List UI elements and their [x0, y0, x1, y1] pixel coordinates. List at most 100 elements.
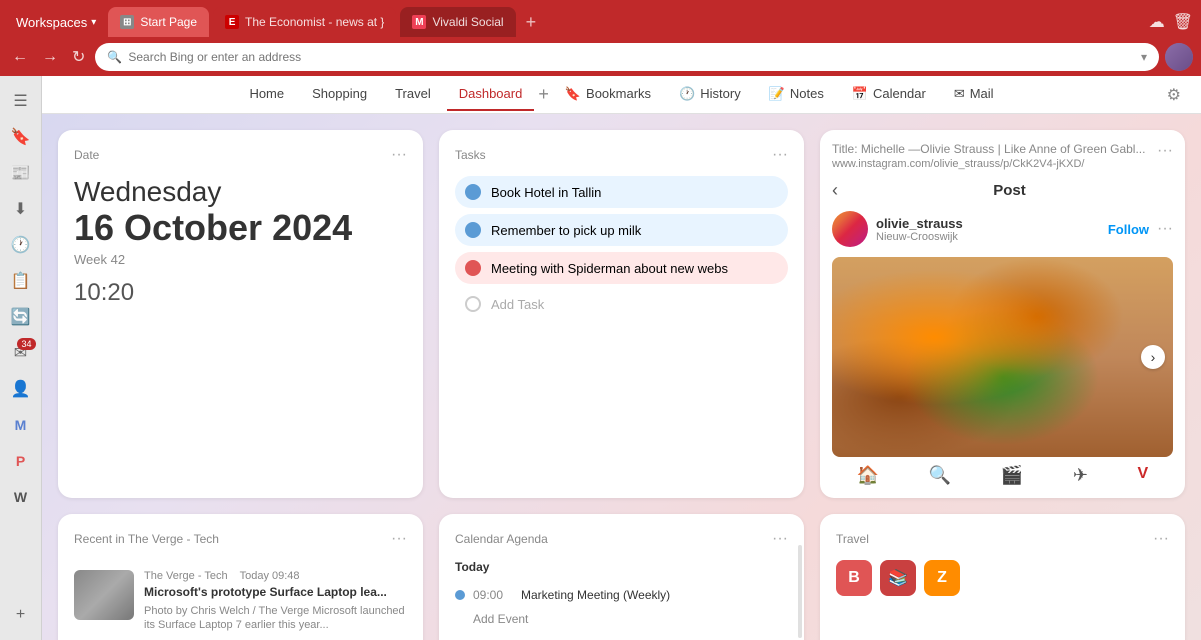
calendar-dot-marketing: [455, 590, 465, 600]
date-card-header: Date ···: [74, 146, 407, 164]
calendar-card-title: Calendar Agenda: [455, 532, 548, 546]
date-card-menu-button[interactable]: ···: [391, 146, 407, 164]
instagram-username: olivie_strauss: [876, 216, 963, 231]
sidebar-icon-mastodon[interactable]: M: [4, 408, 38, 442]
calendar-card-header: Calendar Agenda ···: [455, 530, 788, 548]
tasks-card-menu-button[interactable]: ···: [772, 146, 788, 164]
main-content: Home Shopping Travel Dashboard + 🔖 Bookm…: [42, 76, 1201, 640]
forward-button[interactable]: →: [38, 44, 62, 70]
travel-card-title: Travel: [836, 532, 869, 546]
calendar-scrollbar[interactable]: [798, 545, 802, 638]
tab-favicon-vivaldi: M: [412, 15, 426, 29]
address-bar[interactable]: 🔍 ▾: [95, 43, 1159, 71]
news-headline-1: Microsoft's prototype Surface Laptop lea…: [144, 585, 407, 601]
top-nav: Home Shopping Travel Dashboard + 🔖 Bookm…: [42, 76, 1201, 114]
new-tab-button[interactable]: +: [520, 12, 543, 33]
sidebar-icon-contacts[interactable]: 👤: [4, 372, 38, 406]
tab-economist[interactable]: E The Economist - news at }: [213, 7, 396, 37]
bookmark-icon: 🔖: [565, 86, 581, 102]
travel-card-menu-button[interactable]: ···: [1153, 530, 1169, 548]
back-button[interactable]: ←: [8, 44, 32, 70]
address-input[interactable]: [128, 50, 1135, 64]
profile-avatar[interactable]: [1165, 43, 1193, 71]
instagram-avatar: [832, 211, 868, 247]
calendar-card: Calendar Agenda ··· Today 09:00 Marketin…: [439, 514, 804, 640]
travel-icon-z[interactable]: Z: [924, 560, 960, 596]
sidebar-icon-history[interactable]: 🕐: [4, 228, 38, 262]
nav-travel[interactable]: Travel: [383, 78, 443, 111]
nav-shopping[interactable]: Shopping: [300, 78, 379, 111]
instagram-more-button[interactable]: ···: [1157, 220, 1173, 238]
browser-chrome: Workspaces ▾ ⊞ Start Page E The Economis…: [0, 0, 1201, 76]
task-label-3: Meeting with Spiderman about new webs: [491, 261, 728, 276]
workspaces-button[interactable]: Workspaces ▾: [8, 11, 104, 34]
sidebar: ☰ 🔖 📰 ⬇ 🕐 📋 🔄 ✉ 34 👤 M P W +: [0, 76, 42, 640]
task-item-2[interactable]: Remember to pick up milk: [455, 214, 788, 246]
nav-dashboard[interactable]: Dashboard: [447, 78, 535, 111]
calendar-icon: 📅: [852, 86, 868, 102]
tab-favicon-economist: E: [225, 15, 239, 29]
date-card: Date ··· Wednesday 16 October 2024 Week …: [58, 130, 423, 498]
nav-mail[interactable]: ✉ Mail: [942, 78, 1006, 112]
instagram-follow-button[interactable]: Follow: [1108, 222, 1149, 237]
nav-calendar[interactable]: 📅 Calendar: [840, 78, 938, 112]
instagram-image: ›: [832, 257, 1173, 457]
instagram-home-icon[interactable]: 🏠: [857, 465, 879, 486]
nav-notes[interactable]: 📝 Notes: [757, 78, 836, 112]
task-item-3[interactable]: Meeting with Spiderman about new webs: [455, 252, 788, 284]
nav-add-button[interactable]: +: [538, 84, 549, 105]
calendar-add-event-today[interactable]: Add Event: [455, 608, 788, 630]
sidebar-icon-synced-tabs[interactable]: 🔄: [4, 300, 38, 334]
date-weekday: Wednesday: [74, 176, 407, 208]
mail-nav-icon: ✉: [954, 86, 965, 102]
tab-favicon-start: ⊞: [120, 15, 134, 29]
sidebar-add-panel-button[interactable]: +: [4, 598, 38, 632]
instagram-back-button[interactable]: ‹: [832, 180, 838, 201]
search-icon: 🔍: [107, 50, 122, 64]
news-card: Recent in The Verge - Tech ··· The Verge…: [58, 514, 423, 640]
travel-icon-readlist[interactable]: 📚: [880, 560, 916, 596]
sidebar-icon-pocket[interactable]: P: [4, 444, 38, 478]
sidebar-icon-bookmarks[interactable]: 🔖: [4, 120, 38, 154]
sidebar-icon-reading[interactable]: 📰: [4, 156, 38, 190]
calendar-event-marketing[interactable]: 09:00 Marketing Meeting (Weekly): [455, 582, 788, 608]
instagram-next-image-button[interactable]: ›: [1141, 345, 1165, 369]
instagram-search-icon[interactable]: 🔍: [929, 465, 951, 486]
sidebar-icon-w[interactable]: W: [4, 480, 38, 514]
tab-vivaldi[interactable]: M Vivaldi Social: [400, 7, 515, 37]
instagram-user-row: olivie_strauss Nieuw-Crooswijk Follow ··…: [832, 211, 1173, 247]
nav-bookmarks[interactable]: 🔖 Bookmarks: [553, 78, 663, 112]
instagram-location: Nieuw-Crooswijk: [876, 231, 963, 243]
cloud-sync-icon[interactable]: ☁: [1149, 12, 1165, 32]
sidebar-icon-panel-toggle[interactable]: ☰: [4, 84, 38, 118]
nav-history[interactable]: 🕐 History: [667, 78, 753, 112]
sidebar-icon-sessions[interactable]: 📋: [4, 264, 38, 298]
task-label-1: Book Hotel in Tallin: [491, 185, 601, 200]
instagram-send-icon[interactable]: ✈: [1073, 465, 1088, 486]
tab-start[interactable]: ⊞ Start Page: [108, 7, 209, 37]
instagram-card-title: Title: Michelle —Olivie Strauss | Like A…: [832, 142, 1145, 156]
task-item-1[interactable]: Book Hotel in Tallin: [455, 176, 788, 208]
settings-icon[interactable]: ⚙: [1167, 85, 1181, 105]
instagram-card-menu-button[interactable]: ···: [1157, 142, 1173, 160]
travel-icons: B 📚 Z: [836, 560, 1169, 596]
add-task-button[interactable]: Add Task: [455, 290, 788, 318]
calendar-card-menu-button[interactable]: ···: [772, 530, 788, 548]
travel-icon-booking[interactable]: B: [836, 560, 872, 596]
instagram-shop-icon[interactable]: 🎬: [1001, 465, 1023, 486]
address-bar-chevron-icon[interactable]: ▾: [1141, 50, 1147, 64]
travel-card-header: Travel ···: [836, 530, 1169, 548]
browser-actions: ☁ 🗑: [1149, 12, 1193, 32]
nav-home[interactable]: Home: [237, 78, 296, 111]
news-card-menu-button[interactable]: ···: [391, 530, 407, 548]
reload-button[interactable]: ↻: [68, 43, 89, 71]
instagram-vivaldi-icon[interactable]: V: [1138, 465, 1149, 486]
sidebar-icon-downloads[interactable]: ⬇: [4, 192, 38, 226]
sidebar-icon-mail[interactable]: ✉ 34: [4, 336, 38, 370]
top-nav-right: ⚙: [1167, 85, 1181, 105]
news-item-1[interactable]: The Verge - Tech Today 09:48 Microsoft's…: [74, 560, 407, 640]
trash-icon[interactable]: 🗑: [1173, 12, 1193, 32]
tasks-card-header: Tasks ···: [455, 146, 788, 164]
history-icon: 🕐: [679, 86, 695, 102]
add-task-label: Add Task: [491, 297, 544, 312]
